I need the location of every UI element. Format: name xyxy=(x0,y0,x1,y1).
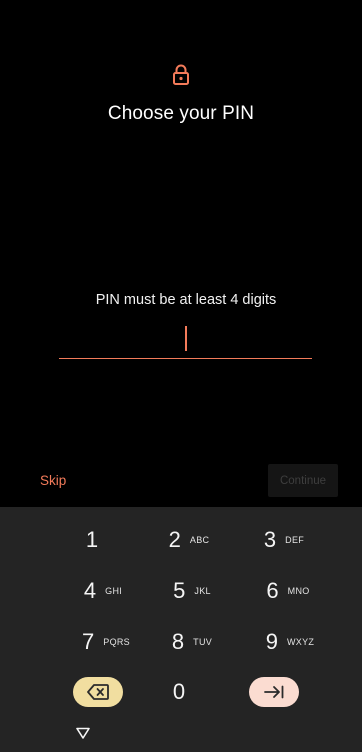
key-4[interactable]: 4 GHI xyxy=(58,571,148,611)
key-8[interactable]: 8 TUV xyxy=(147,622,237,662)
key-9[interactable]: 9 WXYZ xyxy=(245,622,335,662)
key-letters: PQRS xyxy=(103,637,130,647)
pin-setup-screen: Choose your PIN PIN must be at least 4 d… xyxy=(0,0,362,507)
key-letters: WXYZ xyxy=(287,637,315,647)
key-1[interactable]: 1 xyxy=(47,520,137,560)
tab-next-icon xyxy=(264,685,284,699)
key-0[interactable]: 0 xyxy=(134,672,224,712)
key-5[interactable]: 5 JKL xyxy=(147,571,237,611)
key-digit: 3 xyxy=(263,527,277,552)
pin-hint: PIN must be at least 4 digits xyxy=(95,292,277,308)
key-digit: 2 xyxy=(168,527,181,552)
key-digit: 6 xyxy=(266,578,279,603)
next-key[interactable] xyxy=(249,677,299,707)
lock-icon xyxy=(173,64,189,85)
page-title: Choose your PIN xyxy=(107,103,255,124)
key-6[interactable]: 6 MNO xyxy=(243,571,333,611)
skip-button[interactable]: Skip xyxy=(40,473,66,488)
backspace-key[interactable] xyxy=(73,677,123,707)
key-digit: 5 xyxy=(173,578,186,603)
key-letters: MNO xyxy=(287,586,310,596)
key-digit: 1 xyxy=(85,527,99,552)
pin-input[interactable] xyxy=(59,320,312,360)
backspace-icon xyxy=(87,684,109,700)
key-digit: 7 xyxy=(82,629,95,654)
key-letters: TUV xyxy=(193,637,213,647)
key-digit: 9 xyxy=(265,629,279,654)
key-letters: JKL xyxy=(194,586,211,596)
key-letters: ABC xyxy=(189,535,210,545)
key-digit: 8 xyxy=(171,629,185,654)
key-digit: 0 xyxy=(172,679,186,704)
text-caret xyxy=(185,326,187,351)
key-2[interactable]: 2 ABC xyxy=(144,520,234,560)
pin-input-underline xyxy=(59,358,312,359)
key-3[interactable]: 3 DEF xyxy=(239,520,329,560)
key-digit: 4 xyxy=(83,578,97,603)
continue-button[interactable]: Continue xyxy=(268,464,338,497)
hide-keyboard-icon[interactable] xyxy=(76,727,90,739)
key-letters: GHI xyxy=(105,586,123,596)
key-7[interactable]: 7 PQRS xyxy=(61,622,151,662)
key-letters: DEF xyxy=(285,535,305,545)
numeric-keyboard: 1 2 ABC 3 DEF 4 GHI 5 JKL 6 MNO 7 PQRS 8… xyxy=(0,507,362,752)
